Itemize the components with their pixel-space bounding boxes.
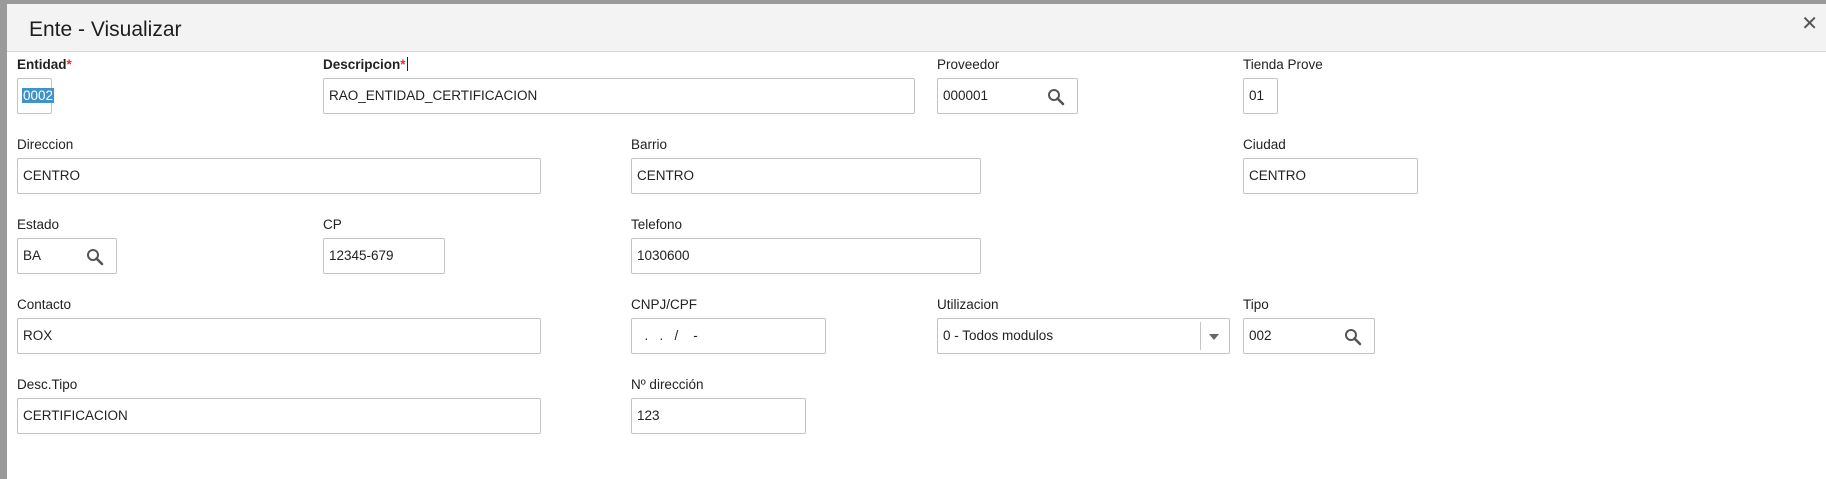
telefono-label: Telefono [631, 217, 683, 232]
direccion-label: Direccion [17, 137, 74, 152]
desc-tipo-input[interactable]: CERTIFICACION [17, 398, 541, 434]
tienda-prove-label: Tienda Prove [1243, 57, 1323, 72]
ciudad-field-group: Ciudad CENTRO [1243, 136, 1418, 194]
tipo-input[interactable]: 002 [1243, 318, 1375, 354]
proveedor-field-group: Proveedor 000001 [937, 56, 1078, 114]
utilizacion-select[interactable]: 0 - Todos modulos [937, 318, 1230, 354]
tipo-value: 002 [1249, 328, 1272, 343]
tipo-label: Tipo [1243, 297, 1269, 312]
tienda-prove-field-group: Tienda Prove 01 [1243, 56, 1323, 114]
telefono-value: 1030600 [637, 248, 690, 263]
entidad-input[interactable]: 0002 [17, 78, 55, 114]
utilizacion-label: Utilizacion [937, 297, 999, 312]
n-direccion-input[interactable]: 123 [631, 398, 806, 434]
descripcion-value: RAO_ENTIDAD_CERTIFICACION [329, 88, 538, 103]
barrio-value: CENTRO [637, 168, 694, 183]
contacto-field-group: Contacto ROX [17, 296, 541, 354]
ciudad-label: Ciudad [1243, 137, 1286, 152]
estado-input[interactable]: BA [17, 238, 117, 274]
proveedor-value: 000001 [943, 88, 989, 103]
cnpj-cpf-input[interactable]: . . / - [631, 318, 826, 354]
desc-tipo-field-group: Desc.Tipo CERTIFICACION [17, 376, 541, 434]
contacto-value: ROX [23, 328, 53, 343]
ciudad-input[interactable]: CENTRO [1243, 158, 1418, 194]
chevron-down-icon[interactable] [1209, 334, 1219, 340]
entidad-value: 0002 [22, 88, 55, 103]
cp-field-group: CP 12345-679 [323, 216, 445, 274]
direccion-value: CENTRO [23, 168, 80, 183]
direccion-field-group: Direccion CENTRO [17, 136, 541, 194]
proveedor-label: Proveedor [937, 57, 1000, 72]
tienda-prove-value: 01 [1249, 88, 1265, 103]
cnpj-cpf-field-group: CNPJ/CPF . . / - [631, 296, 826, 354]
descripcion-input[interactable]: RAO_ENTIDAD_CERTIFICACION [323, 78, 915, 114]
desc-tipo-value: CERTIFICACION [23, 408, 128, 423]
contacto-label: Contacto [17, 297, 72, 312]
n-direccion-label: Nº dirección [631, 377, 704, 392]
estado-value: BA [23, 248, 42, 263]
cp-value: 12345-679 [329, 248, 394, 263]
tienda-prove-input[interactable]: 01 [1243, 78, 1278, 114]
barrio-input[interactable]: CENTRO [631, 158, 981, 194]
estado-field-group: Estado BA [17, 216, 117, 274]
cp-input[interactable]: 12345-679 [323, 238, 445, 274]
n-direccion-value: 123 [637, 408, 660, 423]
ciudad-value: CENTRO [1249, 168, 1306, 183]
search-icon[interactable] [1047, 88, 1065, 106]
cp-label: CP [323, 217, 342, 232]
dialog-title: Ente - Visualizar [29, 18, 182, 41]
dialog-window: Ente - Visualizar ✕ Entidad* 0002 Descri… [7, 4, 1826, 479]
descripcion-field-group: Descripcion* RAO_ENTIDAD_CERTIFICACION [323, 56, 915, 114]
utilizacion-selected-value: 0 - Todos modulos [943, 328, 1054, 343]
tipo-field-group: Tipo 002 [1243, 296, 1375, 354]
proveedor-input[interactable]: 000001 [937, 78, 1078, 114]
search-icon[interactable] [1344, 328, 1362, 346]
barrio-label: Barrio [631, 137, 668, 152]
telefono-input[interactable]: 1030600 [631, 238, 981, 274]
desc-tipo-label: Desc.Tipo [17, 377, 78, 392]
required-marker: * [66, 57, 72, 72]
close-icon[interactable]: ✕ [1801, 14, 1818, 34]
dropdown-separator [1200, 322, 1201, 350]
utilizacion-field-group: Utilizacion 0 - Todos modulos [937, 296, 1230, 354]
entidad-field-group: Entidad* 0002 [17, 56, 72, 114]
cnpj-cpf-value: . . / - [637, 328, 698, 343]
required-marker: * [400, 57, 406, 72]
descripcion-label: Descripcion* [323, 57, 408, 72]
estado-label: Estado [17, 217, 60, 232]
search-icon[interactable] [86, 248, 104, 266]
direccion-input[interactable]: CENTRO [17, 158, 541, 194]
text-cursor [406, 57, 408, 71]
title-bar: Ente - Visualizar ✕ [7, 4, 1826, 52]
n-direccion-field-group: Nº dirección 123 [631, 376, 806, 434]
entidad-label: Entidad* [17, 57, 72, 72]
contacto-input[interactable]: ROX [17, 318, 541, 354]
barrio-field-group: Barrio CENTRO [631, 136, 981, 194]
cnpj-cpf-label: CNPJ/CPF [631, 297, 698, 312]
telefono-field-group: Telefono 1030600 [631, 216, 981, 274]
